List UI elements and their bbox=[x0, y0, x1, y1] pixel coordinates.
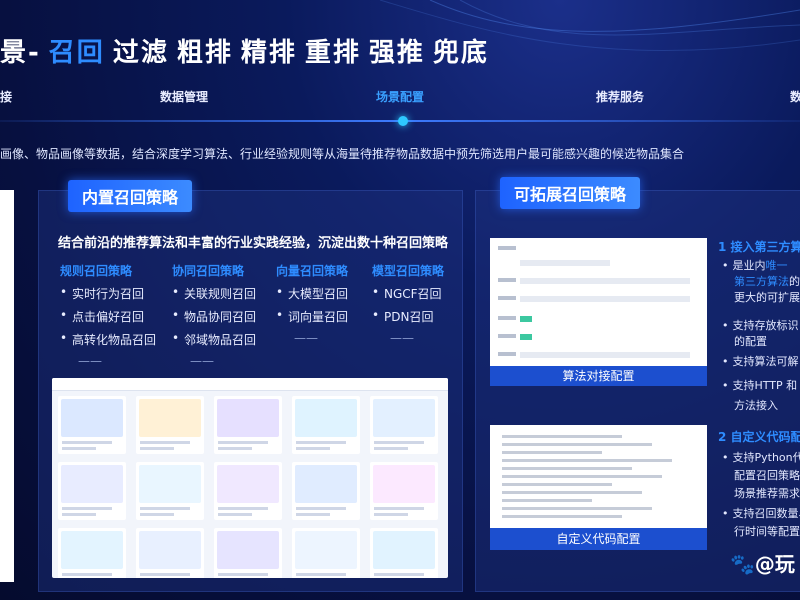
paw-icon: 🐾 bbox=[730, 552, 755, 576]
section1-line: 第三方算法的 bbox=[734, 275, 800, 288]
strategy-column-model: 模型召回策略 NGCF召回 PDN召回 —— bbox=[372, 262, 444, 345]
strategy-thumbnail bbox=[136, 528, 204, 578]
column-header: 模型召回策略 bbox=[372, 264, 445, 278]
list-item: 大模型召回 bbox=[276, 285, 348, 302]
tab-recommend-service[interactable]: 推荐服务 bbox=[596, 88, 644, 105]
tab-access[interactable]: 接 bbox=[0, 88, 12, 105]
section2-bullet: 支持Python代码 bbox=[722, 450, 800, 466]
algorithm-config-label: 算法对接配置 bbox=[490, 366, 707, 386]
list-item: 邻域物品召回 bbox=[172, 331, 256, 348]
more-indicator: —— bbox=[78, 354, 102, 368]
strategy-thumbnail bbox=[136, 462, 204, 520]
builtin-badge: 内置召回策略 bbox=[68, 180, 193, 212]
list-item: 词向量召回 bbox=[276, 308, 348, 325]
section1-bullet: 的配置 bbox=[734, 335, 767, 348]
strategy-column-rule: 规则召回策略 实时行为召回 点击偏好召回 高转化物品召回 —— bbox=[60, 262, 156, 368]
section1-line: 更大的可扩展 bbox=[734, 291, 800, 304]
page-title: 景- 召回 过滤 粗排 精排 重排 强推 兜底 bbox=[0, 38, 489, 68]
strategy-thumbnail bbox=[370, 396, 438, 454]
strategy-thumbnail bbox=[292, 396, 360, 454]
strategy-thumbnail bbox=[136, 396, 204, 454]
watermark: 🐾@玩 bbox=[730, 552, 795, 576]
list-item: NGCF召回 bbox=[372, 285, 444, 302]
column-header: 向量召回策略 bbox=[276, 264, 349, 278]
strategy-column-collab: 协同召回策略 关联规则召回 物品协同召回 邻域物品召回 —— bbox=[172, 262, 256, 368]
list-item: PDN召回 bbox=[372, 308, 444, 325]
list-item: 高转化物品召回 bbox=[60, 331, 156, 348]
section1-line: 是业内唯一 bbox=[722, 258, 788, 274]
strategy-thumbnail bbox=[214, 396, 282, 454]
strategy-gallery-screenshot bbox=[52, 378, 448, 578]
strategy-thumbnail bbox=[214, 528, 282, 578]
section2-bullet: 行时间等配置 bbox=[734, 525, 800, 538]
section1-title: 1 接入第三方算 bbox=[718, 240, 800, 254]
description: 画像、物品画像等数据，结合深度学习算法、行业经验规则等从海量待推荐物品数据中预先… bbox=[0, 147, 685, 161]
column-header: 规则召回策略 bbox=[60, 264, 133, 278]
left-card-edge bbox=[0, 190, 14, 582]
strategy-thumbnail bbox=[58, 462, 126, 520]
section1-bullet: 支持HTTP 和 bbox=[722, 378, 798, 394]
list-item: 实时行为召回 bbox=[60, 285, 156, 302]
list-item: 关联规则召回 bbox=[172, 285, 256, 302]
tab-data[interactable]: 数 bbox=[790, 88, 800, 105]
active-tab-indicator bbox=[398, 116, 408, 126]
more-indicator: —— bbox=[294, 331, 318, 345]
algorithm-config-screenshot bbox=[490, 238, 707, 386]
tab-scene-config[interactable]: 场景配置 bbox=[376, 88, 424, 105]
column-header: 协同召回策略 bbox=[172, 264, 245, 278]
section2-title: 2 自定义代码配 bbox=[718, 430, 800, 444]
tab-data-management[interactable]: 数据管理 bbox=[160, 88, 208, 105]
title-word-recall: 召回 bbox=[48, 38, 105, 68]
list-item: 物品协同召回 bbox=[172, 308, 256, 325]
section2-bullet: 场景推荐需求 bbox=[734, 487, 800, 500]
strategy-thumbnail bbox=[292, 528, 360, 578]
extensible-badge: 可拓展召回策略 bbox=[500, 177, 641, 209]
section1-bullet: 方法接入 bbox=[734, 399, 778, 412]
section2-bullet: 支持召回数量、 bbox=[722, 506, 800, 522]
section2-bullet: 配置召回策略， bbox=[734, 469, 800, 482]
more-indicator: —— bbox=[190, 354, 214, 368]
custom-code-label: 自定义代码配置 bbox=[490, 528, 707, 550]
strategy-thumbnail bbox=[214, 462, 282, 520]
section1-bullet: 支持存放标识 bbox=[722, 318, 799, 334]
strategy-thumbnail bbox=[370, 528, 438, 578]
strategy-thumbnail bbox=[58, 396, 126, 454]
more-indicator: —— bbox=[390, 331, 414, 345]
strategy-column-vector: 向量召回策略 大模型召回 词向量召回 —— bbox=[276, 262, 348, 345]
section1-bullet: 支持算法可解 bbox=[722, 354, 799, 370]
list-item: 点击偏好召回 bbox=[60, 308, 156, 325]
strategy-thumbnail bbox=[370, 462, 438, 520]
gallery-topbar bbox=[52, 378, 448, 391]
strategy-thumbnail bbox=[292, 462, 360, 520]
strategy-thumbnail bbox=[58, 528, 126, 578]
builtin-subtitle: 结合前沿的推荐算法和丰富的行业实践经验，沉淀出数十种召回策略 bbox=[58, 236, 449, 251]
